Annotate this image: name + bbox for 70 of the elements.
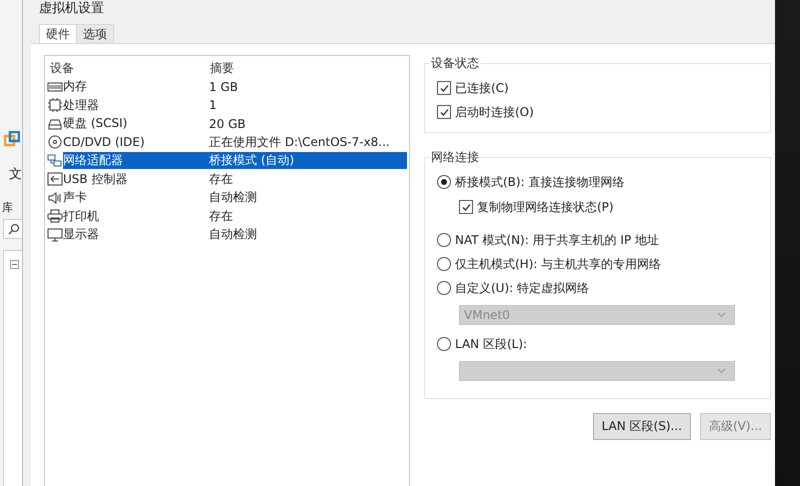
column-header: 摘要 — [210, 60, 234, 77]
device-row[interactable]: 处理器 1 — [63, 96, 407, 114]
checkbox-label: 启动时连接(O) — [455, 104, 534, 120]
search-icon — [8, 223, 20, 235]
checkbox-label: 复制物理网络连接状态(P) — [477, 198, 614, 216]
checkbox[interactable] — [437, 105, 451, 119]
chevron-down-icon — [717, 312, 726, 318]
device-summary: 桥接模式 (自动) — [209, 152, 294, 170]
device-row[interactable]: 声卡 自动检测 — [63, 189, 407, 206]
device-name: 网络适配器 — [63, 152, 124, 170]
device-summary: 正在使用文件 D:\CentOS-7-x8... — [209, 134, 390, 151]
memory-chip-icon — [47, 80, 63, 94]
radio-label: 自定义(U): 特定虚拟网络 — [455, 280, 590, 296]
device-summary: 存在 — [209, 208, 233, 225]
column-header: 设备 — [50, 60, 75, 77]
device-name: 声卡 — [63, 189, 88, 206]
device-summary: 20 GB — [209, 116, 246, 131]
window-title: 虚拟机设置 — [38, 0, 105, 18]
radio-label: NAT 模式(N): 用于共享主机的 IP 地址 — [455, 232, 659, 248]
collapse-icon[interactable] — [10, 260, 19, 269]
menu-label[interactable]: 文 — [9, 165, 22, 183]
device-summary: 1 GB — [209, 80, 238, 94]
group-title: 设备状态 — [430, 55, 480, 72]
checkmark-icon — [438, 82, 450, 94]
checkbox[interactable] — [437, 81, 451, 95]
device-name: 硬盘 (SCSI) — [63, 115, 128, 132]
printer-icon — [47, 209, 63, 224]
device-name: 处理器 — [63, 96, 100, 114]
dialog-button[interactable]: LAN 区段(S)... — [592, 413, 691, 440]
device-row[interactable]: 显示器 自动检测 — [63, 226, 407, 244]
device-summary: 存在 — [209, 170, 233, 188]
checkmark-icon — [460, 202, 472, 212]
device-name: CD/DVD (IDE) — [63, 135, 146, 150]
device-row[interactable]: CD/DVD (IDE) 正在使用文件 D:\CentOS-7-x8... — [63, 134, 407, 151]
radio-label: 桥接模式(B): 直接连接物理网络 — [455, 174, 624, 190]
search-field[interactable] — [3, 219, 22, 239]
radio-button[interactable] — [437, 281, 451, 295]
disc-icon — [47, 135, 63, 150]
group-title: 网络连接 — [430, 149, 480, 166]
device-summary: 自动检测 — [209, 189, 257, 206]
app-logo-icon — [4, 131, 20, 147]
tab[interactable]: 选项 — [76, 24, 114, 43]
radio-button[interactable] — [437, 337, 451, 351]
device-row[interactable]: 打印机 存在 — [63, 208, 407, 225]
device-summary: 1 — [209, 98, 217, 112]
speaker-icon — [47, 190, 63, 205]
tab[interactable]: 硬件 — [39, 24, 76, 43]
device-name: 打印机 — [63, 208, 100, 225]
device-summary: 自动检测 — [209, 226, 257, 244]
checkmark-icon — [438, 106, 450, 118]
radio-label: 仅主机模式(H): 与主机共享的专用网络 — [455, 256, 662, 272]
device-row[interactable]: 内存 1 GB — [63, 78, 407, 96]
checkbox[interactable] — [459, 200, 473, 214]
cpu-chip-icon — [47, 98, 63, 112]
device-name: USB 控制器 — [63, 170, 128, 188]
device-row[interactable]: 网络适配器 桥接模式 (自动) — [63, 152, 407, 170]
library-label: 库 — [2, 200, 13, 215]
device-name: 内存 — [63, 78, 88, 96]
radio-button[interactable] — [437, 175, 451, 189]
device-row[interactable]: USB 控制器 存在 — [63, 170, 407, 188]
network-icon — [47, 154, 63, 168]
usb-icon — [47, 172, 63, 186]
radio-button[interactable] — [437, 257, 451, 271]
monitor-icon — [47, 228, 63, 242]
chevron-down-icon — [717, 368, 726, 374]
radio-label: LAN 区段(L): — [455, 336, 528, 352]
checkbox-label: 已连接(C) — [455, 80, 509, 96]
device-row[interactable]: 硬盘 (SCSI) 20 GB — [63, 115, 407, 132]
radio-button[interactable] — [437, 233, 451, 247]
device-name: 显示器 — [63, 226, 100, 244]
